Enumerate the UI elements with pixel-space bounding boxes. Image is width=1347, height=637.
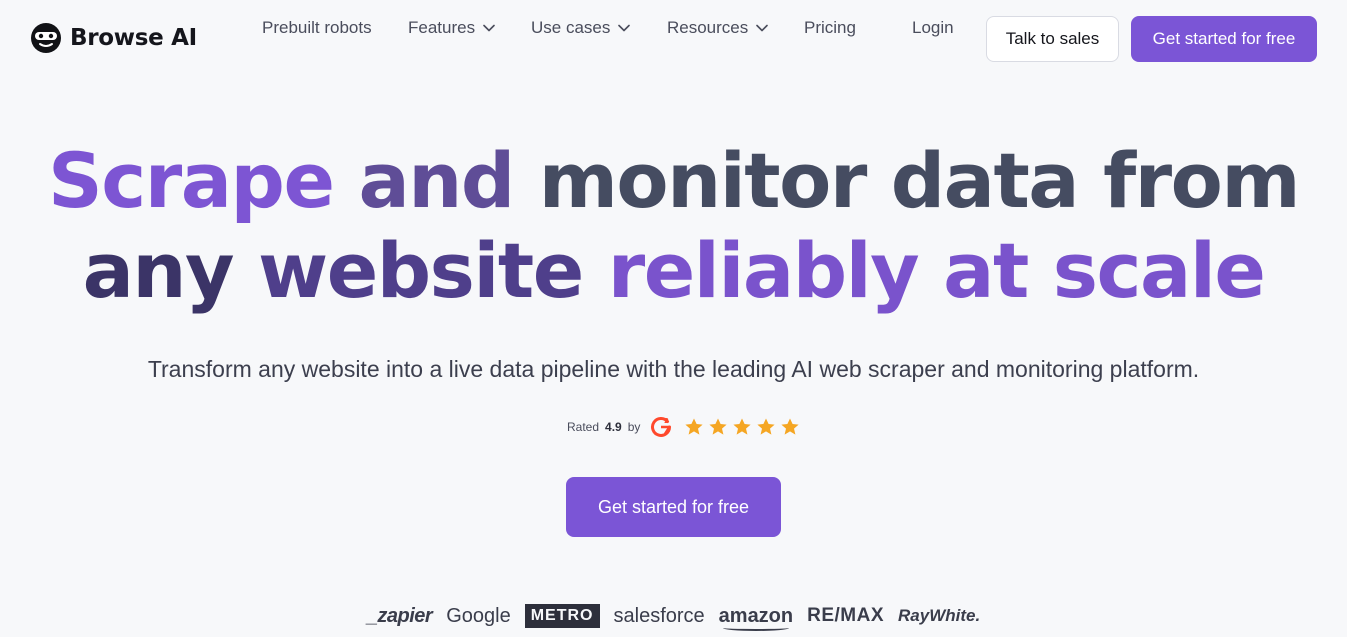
- hero-word: from: [1103, 136, 1300, 225]
- chevron-down-icon: [756, 24, 769, 32]
- logo-amazon: amazon: [718, 604, 794, 631]
- rating-prefix: Rated: [567, 420, 600, 434]
- logo-raywhite: RayWhite.: [898, 606, 981, 625]
- nav-item-prebuilt-robots[interactable]: Prebuilt robots: [262, 18, 372, 38]
- star-icon: [781, 418, 800, 435]
- hero-title-line-2: any website reliably at scale: [0, 226, 1347, 316]
- robot-mask-icon: [31, 23, 61, 53]
- logo-amazon-text: amazon: [718, 604, 794, 627]
- star-icon: [757, 418, 776, 435]
- get-started-header-button[interactable]: Get started for free: [1131, 16, 1317, 62]
- logo-zapier: _zapier: [366, 604, 433, 627]
- logo-remax: RE/MAX: [807, 605, 885, 626]
- rating-row: Rated 4.9 by 2: [567, 414, 800, 440]
- hero-word: and: [358, 136, 515, 225]
- hero-title-line-1: Scrape and monitor data from: [0, 136, 1347, 226]
- star-icon: [733, 418, 752, 435]
- nav-item-resources[interactable]: Resources: [667, 18, 769, 38]
- login-label: Login: [912, 18, 954, 37]
- nav-item-use-cases[interactable]: Use cases: [531, 18, 631, 38]
- logo-salesforce: salesforce: [613, 604, 705, 627]
- chevron-down-icon: [483, 24, 495, 32]
- rating-score: 4.9: [605, 420, 622, 434]
- star-icon: [709, 418, 728, 435]
- nav-item-pricing[interactable]: Pricing: [804, 18, 856, 38]
- talk-to-sales-button[interactable]: Talk to sales: [986, 16, 1119, 62]
- star-icon: [685, 418, 704, 435]
- logo-google: Google: [446, 604, 511, 627]
- rating-suffix: by: [627, 420, 641, 434]
- hero-word: any: [82, 226, 235, 315]
- nav-item-label: Features: [408, 18, 476, 37]
- hero-word: scale: [1052, 226, 1266, 315]
- brand-name: Browse AI: [70, 25, 197, 51]
- hero-word: at: [943, 226, 1029, 315]
- rating-stars: [684, 417, 800, 437]
- amazon-smile-icon: [722, 625, 790, 631]
- hero-word: Scrape: [47, 136, 335, 225]
- g2-logo-icon: 2: [651, 416, 672, 437]
- landing-page: Browse AI Prebuilt robots Features Use c…: [0, 0, 1347, 637]
- hero-word: reliably: [607, 226, 920, 315]
- hero-word: website: [257, 226, 584, 315]
- top-navigation: Browse AI Prebuilt robots Features Use c…: [0, 0, 1347, 80]
- logo-metro: METRO: [524, 604, 600, 628]
- customer-logos: _zapier Google METRO salesforce amazon R…: [0, 600, 1347, 632]
- hero-word: data: [890, 136, 1080, 225]
- hero-title: Scrape and monitor data from any website…: [0, 136, 1347, 316]
- nav-item-features[interactable]: Features: [408, 18, 495, 38]
- login-link[interactable]: Login: [912, 18, 954, 38]
- hero-word: monitor: [538, 136, 868, 225]
- nav-item-label: Prebuilt robots: [262, 18, 372, 37]
- hero-subtitle: Transform any website into a live data p…: [147, 356, 1200, 382]
- chevron-down-icon: [618, 24, 631, 32]
- svg-text:2: 2: [664, 417, 669, 425]
- nav-item-label: Pricing: [804, 18, 856, 37]
- get-started-hero-button[interactable]: Get started for free: [566, 477, 781, 537]
- nav-item-label: Resources: [667, 18, 749, 37]
- brand-logo-link[interactable]: Browse AI: [30, 22, 197, 54]
- nav-item-label: Use cases: [531, 18, 611, 37]
